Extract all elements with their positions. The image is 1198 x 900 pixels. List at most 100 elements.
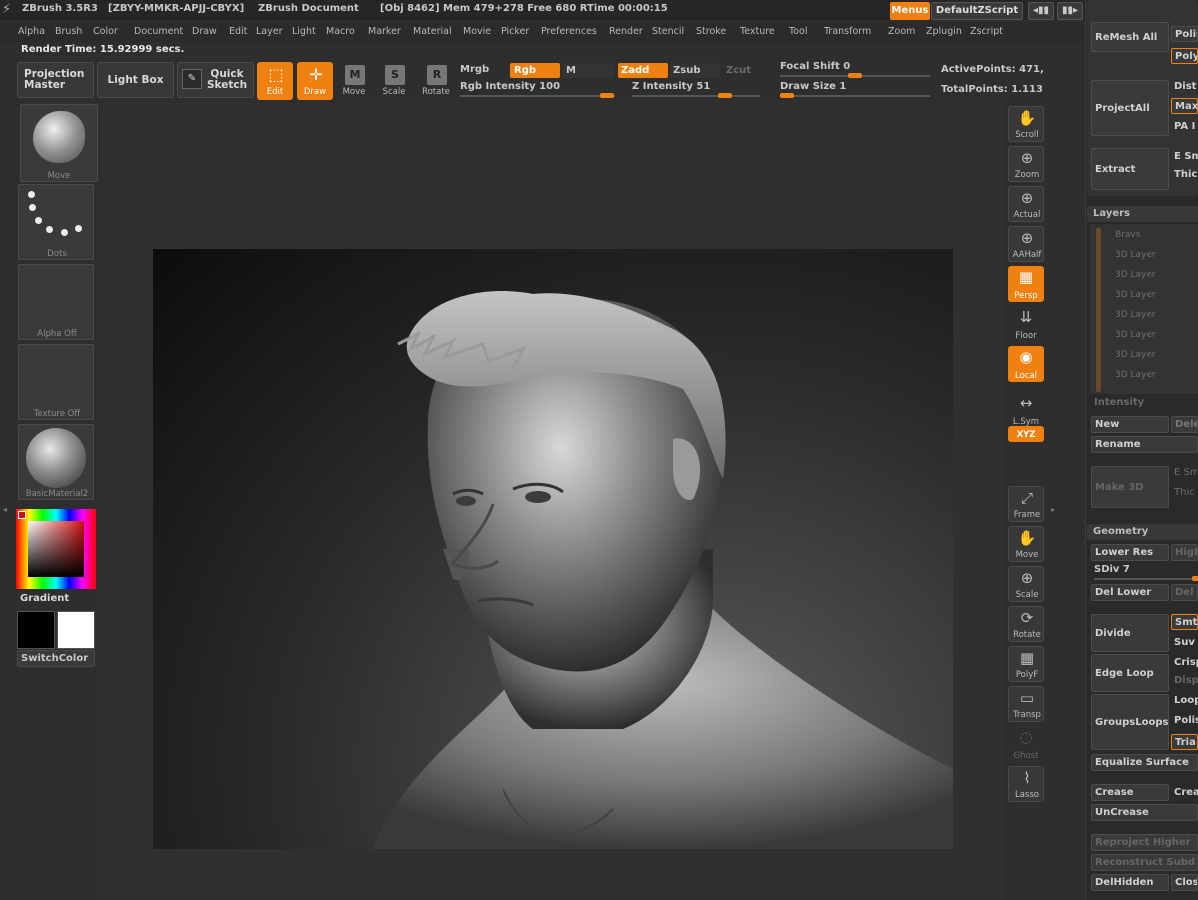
- layer-item[interactable]: 3D Layer: [1112, 266, 1198, 284]
- suv-toggle[interactable]: Suv: [1171, 634, 1198, 650]
- focal-shift-slider[interactable]: Focal Shift 0: [780, 61, 850, 72]
- layer-item[interactable]: 3D Layer: [1112, 286, 1198, 304]
- material-tile[interactable]: BasicMaterial2: [18, 424, 94, 500]
- right-collapse-icon[interactable]: ▸: [1051, 505, 1055, 514]
- quick-sketch-button[interactable]: ✎ Quick Sketch: [177, 62, 254, 98]
- dist-slider[interactable]: Dist: [1171, 78, 1198, 94]
- del-hidden-button[interactable]: DelHidden: [1091, 874, 1169, 891]
- crease-button[interactable]: Crease: [1091, 784, 1169, 801]
- menu-layer[interactable]: Layer: [256, 26, 283, 37]
- new-layer-button[interactable]: New: [1091, 416, 1169, 433]
- menus-button[interactable]: Menus: [890, 2, 930, 20]
- remesh-all-button[interactable]: ReMesh All: [1091, 22, 1169, 52]
- del-higher-button[interactable]: Del: [1171, 584, 1198, 601]
- thickness-slider[interactable]: Thic: [1171, 166, 1198, 182]
- rotate-button[interactable]: R Rotate: [418, 62, 454, 100]
- polyf-button[interactable]: ▦ PolyF: [1008, 646, 1044, 682]
- polish-button[interactable]: Polis: [1171, 26, 1198, 42]
- pa-slider[interactable]: PA I: [1171, 118, 1198, 134]
- layer-thickness-slider[interactable]: Thic: [1174, 487, 1195, 498]
- color-saturation-square[interactable]: [28, 521, 84, 577]
- floor-button[interactable]: ⇊ Floor: [1008, 306, 1044, 342]
- menu-color[interactable]: Color: [93, 26, 118, 37]
- menu-tool[interactable]: Tool: [789, 26, 807, 37]
- delete-layer-button[interactable]: Dele: [1171, 416, 1198, 433]
- canvas-area[interactable]: [103, 103, 1003, 900]
- layer-item[interactable]: 3D Layer: [1112, 326, 1198, 344]
- menu-light[interactable]: Light: [292, 26, 316, 37]
- projectall-button[interactable]: ProjectAll: [1091, 80, 1169, 136]
- reconstruct-subdiv-button[interactable]: Reconstruct Subd: [1091, 854, 1198, 871]
- divide-button[interactable]: Divide: [1091, 614, 1169, 652]
- del-lower-button[interactable]: Del Lower: [1091, 584, 1169, 601]
- maxi-slider[interactable]: Maxi: [1171, 98, 1198, 114]
- aahalf-button[interactable]: ⊕ AAHalf: [1008, 226, 1044, 262]
- color-picker[interactable]: [16, 509, 96, 589]
- rgb-intensity-slider[interactable]: Rgb Intensity 100: [460, 81, 560, 92]
- menu-stencil[interactable]: Stencil: [652, 26, 684, 37]
- loops-slider[interactable]: Loop: [1171, 692, 1198, 708]
- menu-alpha[interactable]: Alpha: [18, 26, 45, 37]
- sdiv-knob[interactable]: [1192, 576, 1198, 581]
- actual-button[interactable]: ⊕ Actual: [1008, 186, 1044, 222]
- mrgb-toggle[interactable]: Mrgb: [460, 64, 489, 75]
- primary-color-swatch[interactable]: [17, 611, 55, 649]
- z-intensity-knob[interactable]: [718, 93, 732, 98]
- crease-level-button[interactable]: Crea: [1171, 784, 1198, 801]
- extract-button[interactable]: Extract: [1091, 148, 1169, 190]
- scale-button[interactable]: ⊕ Scale: [1008, 566, 1044, 602]
- menu-zoom[interactable]: Zoom: [888, 26, 915, 37]
- ghost-button[interactable]: ◌ Ghost: [1008, 726, 1044, 762]
- layer-item[interactable]: 3D Layer: [1112, 246, 1198, 264]
- lasso-button[interactable]: ⌇ Lasso: [1008, 766, 1044, 802]
- switch-color-button[interactable]: SwitchColor: [17, 650, 95, 667]
- menu-stroke[interactable]: Stroke: [696, 26, 726, 37]
- equalize-surface-button[interactable]: Equalize Surface: [1091, 754, 1198, 771]
- crisp-toggle[interactable]: Crisp: [1171, 654, 1198, 670]
- brush-tile[interactable]: Move: [20, 104, 98, 182]
- rotate-button[interactable]: ⟳ Rotate: [1008, 606, 1044, 642]
- make-3d-button[interactable]: Make 3D: [1091, 466, 1169, 508]
- draw-size-knob[interactable]: [780, 93, 794, 98]
- lower-res-button[interactable]: Lower Res: [1091, 544, 1169, 561]
- reproject-higher-button[interactable]: Reproject Higher: [1091, 834, 1198, 851]
- layer-intensity-slider[interactable]: Intensity: [1094, 397, 1144, 408]
- move-button[interactable]: M Move: [336, 62, 372, 100]
- menu-preferences[interactable]: Preferences: [541, 26, 597, 37]
- left-collapse-icon[interactable]: ◂: [3, 505, 7, 514]
- rgb-toggle[interactable]: Rgb: [510, 63, 560, 78]
- menu-macro[interactable]: Macro: [326, 26, 355, 37]
- zsub-toggle[interactable]: Zsub: [670, 63, 720, 78]
- alpha-tile[interactable]: Alpha Off: [18, 264, 94, 340]
- gradient-label[interactable]: Gradient: [20, 593, 69, 604]
- light-box-button[interactable]: Light Box: [97, 62, 174, 98]
- transp-button[interactable]: ▭ Transp: [1008, 686, 1044, 722]
- layer-item[interactable]: Bravs: [1112, 226, 1198, 244]
- menu-texture[interactable]: Texture: [740, 26, 775, 37]
- z-intensity-track[interactable]: [632, 93, 760, 98]
- polish-toggle[interactable]: Polis: [1171, 712, 1198, 728]
- z-intensity-slider[interactable]: Z Intensity 51: [632, 81, 710, 92]
- menu-picker[interactable]: Picker: [501, 26, 529, 37]
- document-render[interactable]: [153, 249, 953, 849]
- m-toggle[interactable]: M: [562, 63, 614, 78]
- menu-material[interactable]: Material: [413, 26, 452, 37]
- scroll-right-icon[interactable]: ▮▮▸: [1057, 2, 1083, 20]
- sdiv-track[interactable]: [1094, 576, 1198, 581]
- menu-movie[interactable]: Movie: [463, 26, 491, 37]
- menu-render[interactable]: Render: [609, 26, 643, 37]
- layer-e-smooth-slider[interactable]: E Sm: [1174, 467, 1198, 478]
- menu-brush[interactable]: Brush: [55, 26, 82, 37]
- sdiv-slider[interactable]: SDiv 7: [1094, 564, 1130, 575]
- move-button[interactable]: ✋ Move: [1008, 526, 1044, 562]
- stroke-tile[interactable]: Dots: [18, 184, 94, 260]
- groups-loops-button[interactable]: GroupsLoops: [1091, 694, 1169, 750]
- scale-button[interactable]: S Scale: [376, 62, 412, 100]
- edit-button[interactable]: ⬚ Edit: [257, 62, 293, 100]
- persp-button[interactable]: ▦ Persp: [1008, 266, 1044, 302]
- local-button[interactable]: ◉ Local: [1008, 346, 1044, 382]
- focal-shift-knob[interactable]: [848, 73, 862, 78]
- e-smooth-slider[interactable]: E Sm: [1171, 148, 1198, 164]
- layer-item[interactable]: 3D Layer: [1112, 366, 1198, 384]
- menu-edit[interactable]: Edit: [229, 26, 247, 37]
